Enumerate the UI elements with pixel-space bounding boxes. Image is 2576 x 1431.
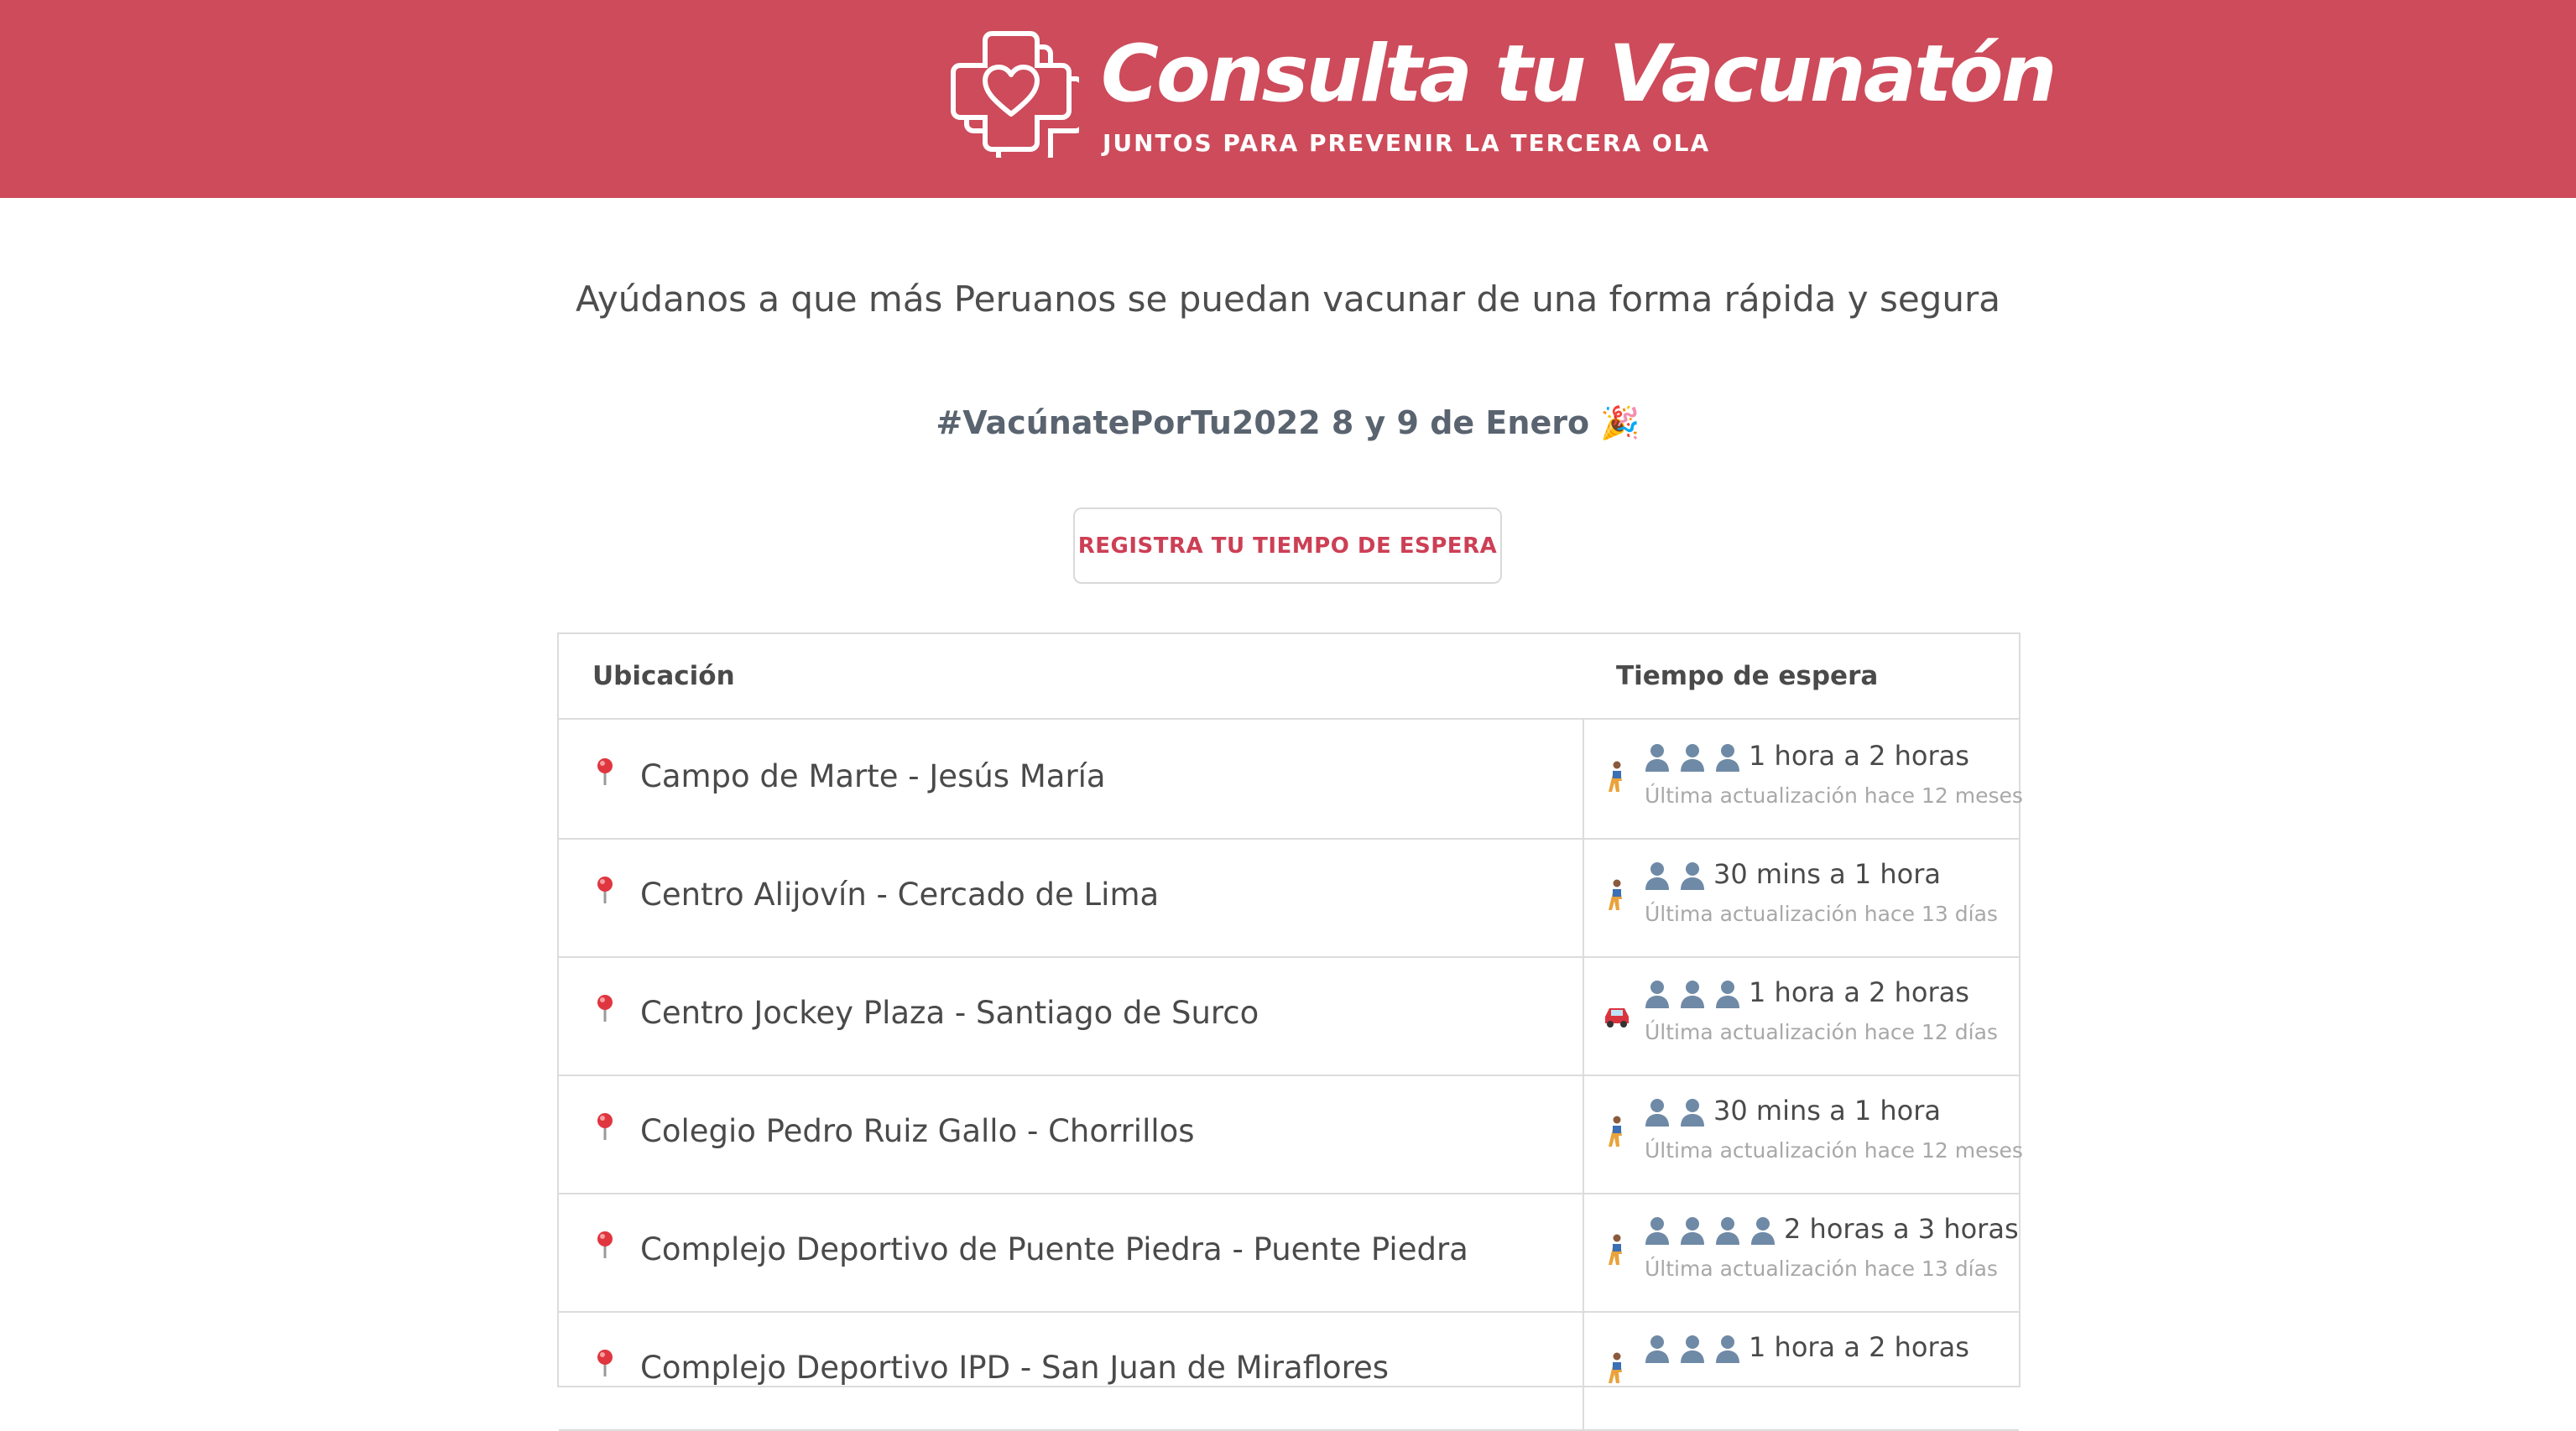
crowd-level (1643, 860, 1707, 893)
last-updated-text: Última actualización hace 13 días (1645, 902, 1998, 926)
walking-person-icon (1602, 1115, 1632, 1148)
last-updated-text: Última actualización hace 13 días (1645, 1257, 1998, 1281)
last-updated-text: Última actualización hace 12 días (1645, 1020, 1998, 1044)
walking-person-icon (1602, 760, 1632, 794)
location-name: Complejo Deportivo de Puente Piedra - Pu… (640, 1231, 1468, 1267)
cell-divider (1583, 1075, 1584, 1193)
walking-person-icon (1602, 1233, 1632, 1267)
person-icon (1678, 978, 1707, 1008)
walking-person-icon (1602, 1351, 1632, 1385)
wait-time-range: 1 hora a 2 horas (1749, 1331, 1969, 1363)
last-updated-text: Última actualización hace 12 meses (1645, 783, 2023, 808)
wait-time-range: 30 mins a 1 hora (1713, 1095, 1942, 1127)
walking-person-icon (1602, 878, 1632, 912)
person-icon (1678, 860, 1707, 890)
wait-time-range: 30 mins a 1 hora (1713, 858, 1942, 890)
table-header: Ubicación Tiempo de espera (559, 634, 2019, 720)
person-icon (1643, 1096, 1671, 1127)
cell-divider (1583, 1193, 1584, 1311)
register-wait-time-button[interactable]: REGISTRA TU TIEMPO DE ESPERA (1073, 507, 1502, 584)
heart-cross-icon (951, 31, 1079, 158)
person-icon (1643, 1215, 1671, 1245)
location-name: Complejo Deportivo IPD - San Juan de Mir… (640, 1350, 1390, 1386)
table-row: Colegio Pedro Ruiz Gallo - Chorrillos 30 … (559, 1075, 2023, 1194)
wait-time-range: 1 hora a 2 horas (1749, 976, 1969, 1008)
location-name: Colegio Pedro Ruiz Gallo - Chorrillos (640, 1113, 1195, 1149)
person-icon (1749, 1215, 1777, 1245)
map-pin-icon (594, 993, 616, 1023)
cell-divider (1583, 1311, 1584, 1429)
map-pin-icon (594, 757, 616, 787)
person-icon (1713, 1215, 1742, 1245)
tagline: Ayúdanos a que más Peruanos se puedan va… (576, 278, 2000, 320)
person-icon (1713, 742, 1742, 772)
wait-times-table: Ubicación Tiempo de espera Campo de Mart… (557, 632, 2023, 1431)
cell-divider (1583, 720, 1584, 838)
person-icon (1678, 742, 1707, 772)
map-pin-icon (594, 1230, 616, 1260)
location-name: Centro Jockey Plaza - Santiago de Surco (640, 995, 1259, 1031)
site-subtitle: JUNTOS PARA PREVENIR LA TERCERA OLA (1103, 129, 1711, 157)
person-icon (1643, 742, 1671, 772)
person-icon (1643, 860, 1671, 890)
table-row: Centro Alijovín - Cercado de Lima 30 mins… (559, 838, 2019, 958)
site-header: Consulta tu Vacunatón JUNTOS PARA PREVEN… (0, 0, 2576, 198)
table-row: Centro Jockey Plaza - Santiago de Surco 1… (559, 956, 2019, 1076)
site-title: Consulta tu Vacunatón (1101, 29, 2057, 120)
map-pin-icon (594, 875, 616, 905)
cell-divider (1583, 838, 1584, 956)
crowd-level (1643, 1096, 1707, 1130)
person-icon (1678, 1215, 1707, 1245)
person-icon (1713, 978, 1742, 1008)
last-updated-text: Última actualización hace 12 meses (1645, 1138, 2023, 1163)
crowd-level (1643, 1333, 1742, 1366)
table-row: Campo de Marte - Jesús María 1 hora a 2 h… (559, 720, 2023, 840)
crowd-level (1643, 978, 1742, 1012)
map-pin-icon (594, 1348, 616, 1378)
location-name: Campo de Marte - Jesús María (640, 758, 1106, 794)
crowd-level (1643, 742, 1742, 775)
campaign-hashtag: #VacúnatePorTu2022 8 y 9 de Enero 🎉 (936, 404, 1640, 441)
person-icon (1643, 978, 1671, 1008)
crowd-level (1643, 1215, 1777, 1248)
column-header-location: Ubicación (592, 661, 735, 691)
person-icon (1678, 1096, 1707, 1127)
wait-time-range: 1 hora a 2 horas (1749, 740, 1969, 772)
location-name: Centro Alijovín - Cercado de Lima (640, 877, 1160, 913)
cell-divider (1583, 956, 1584, 1075)
table-row: Complejo Deportivo IPD - San Juan de Mir… (559, 1311, 2019, 1431)
map-pin-icon (594, 1111, 616, 1142)
car-icon (1602, 996, 1632, 1030)
wait-time-range: 2 horas a 3 horas (1784, 1213, 2019, 1245)
column-header-wait-time: Tiempo de espera (1616, 661, 1879, 691)
table-row: Complejo Deportivo de Puente Piedra - Pu… (559, 1193, 2019, 1313)
